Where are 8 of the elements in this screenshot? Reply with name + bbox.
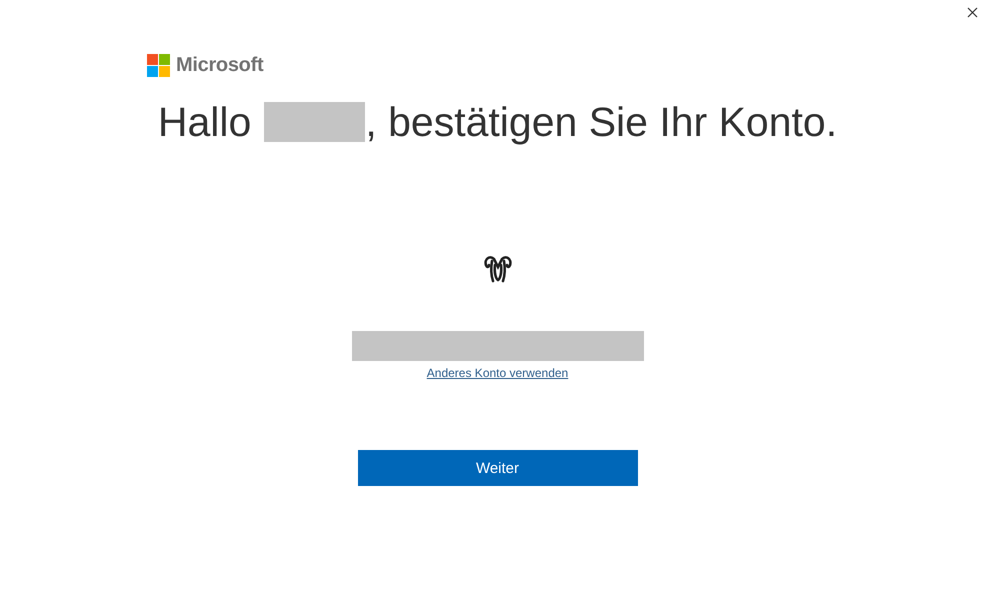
logo-icon [147,54,170,76]
heading-text: Hallo [158,98,252,146]
logo-text: Microsoft [176,54,264,76]
next-button[interactable]: Weiter [358,450,638,486]
close-icon [966,6,978,18]
monogram-icon [482,253,514,285]
other-account-link[interactable]: Anderes Konto verwenden [426,366,568,380]
heading-text: , bestätigen Sie Ihr Konto. [365,98,838,146]
